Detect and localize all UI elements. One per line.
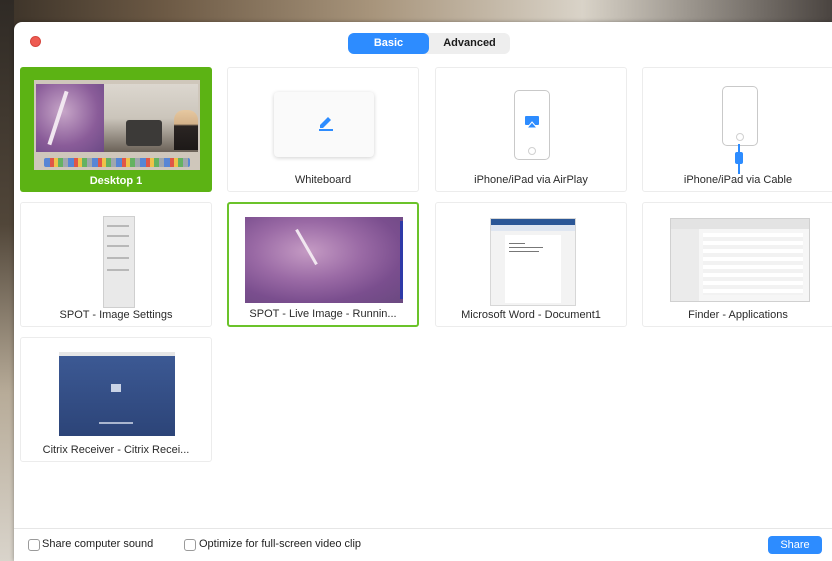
desktop-thumbnail bbox=[34, 80, 200, 170]
tab-basic[interactable]: Basic bbox=[348, 33, 429, 54]
tile-caption: SPOT - Live Image - Runnin... bbox=[249, 308, 397, 320]
share-tile-spot-live-image[interactable]: SPOT - Live Image - Runnin... bbox=[227, 202, 419, 327]
tile-caption: iPhone/iPad via Cable bbox=[683, 174, 793, 186]
citrix-thumbnail bbox=[59, 352, 175, 436]
tile-caption: Citrix Receiver - Citrix Recei... bbox=[42, 444, 190, 456]
pencil-icon bbox=[319, 117, 333, 131]
iphone-cable-thumbnail bbox=[722, 86, 758, 146]
spot-live-image-thumbnail bbox=[245, 217, 403, 303]
airplay-icon bbox=[525, 116, 539, 129]
tab-advanced[interactable]: Advanced bbox=[429, 33, 510, 54]
spot-settings-thumbnail bbox=[103, 216, 135, 308]
share-button[interactable]: Share bbox=[768, 536, 822, 554]
share-tile-spot-image-settings[interactable]: SPOT - Image Settings bbox=[20, 202, 212, 327]
backdrop-edge bbox=[0, 0, 14, 561]
tile-caption: iPhone/iPad via AirPlay bbox=[474, 174, 588, 186]
tile-caption: Whiteboard bbox=[294, 174, 352, 186]
whiteboard-thumbnail bbox=[274, 92, 374, 157]
share-sound-checkbox[interactable] bbox=[28, 539, 40, 551]
tile-caption: Finder - Applications bbox=[688, 309, 788, 321]
tile-caption: Desktop 1 bbox=[89, 175, 143, 187]
share-tile-airplay[interactable]: iPhone/iPad via AirPlay bbox=[435, 67, 627, 192]
tile-caption: Microsoft Word - Document1 bbox=[461, 309, 601, 321]
mode-tabs: Basic Advanced bbox=[348, 33, 510, 54]
optimize-video-label[interactable]: Optimize for full-screen video clip bbox=[199, 538, 361, 550]
iphone-airplay-thumbnail bbox=[514, 90, 550, 160]
share-sound-label[interactable]: Share computer sound bbox=[42, 538, 153, 550]
finder-thumbnail bbox=[670, 218, 810, 302]
optimize-video-checkbox[interactable] bbox=[184, 539, 196, 551]
share-tile-desktop-1[interactable]: Desktop 1 bbox=[20, 67, 212, 192]
share-tile-cable[interactable]: iPhone/iPad via Cable bbox=[642, 67, 832, 192]
share-tile-citrix[interactable]: Citrix Receiver - Citrix Recei... bbox=[20, 337, 212, 462]
word-document-thumbnail bbox=[490, 218, 576, 306]
tile-caption: SPOT - Image Settings bbox=[59, 309, 173, 321]
close-window-button[interactable] bbox=[30, 36, 41, 47]
lightning-cable-icon bbox=[735, 144, 743, 174]
bottom-bar: Share computer sound Optimize for full-s… bbox=[14, 528, 832, 561]
share-tile-word[interactable]: Microsoft Word - Document1 bbox=[435, 202, 627, 327]
share-tile-finder[interactable]: Finder - Applications bbox=[642, 202, 832, 327]
share-tile-whiteboard[interactable]: Whiteboard bbox=[227, 67, 419, 192]
share-screen-dialog: Basic Advanced Desktop 1 Whiteboard iPho… bbox=[14, 22, 832, 561]
